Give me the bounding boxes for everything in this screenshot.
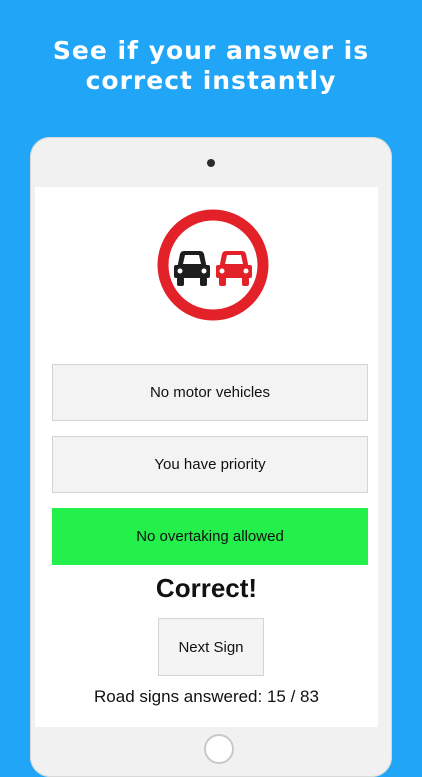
answer-option-you-have-priority[interactable]: You have priority [52, 436, 368, 493]
no-overtaking-sign-icon [157, 209, 269, 321]
feedback-correct: Correct! [155, 573, 258, 603]
answer-label: You have priority [154, 456, 266, 473]
answer-label: No overtaking allowed [136, 528, 284, 545]
headline-line-1: See if your answer is [52, 36, 370, 65]
answer-option-no-overtaking-allowed[interactable]: No overtaking allowed [52, 508, 368, 565]
answer-label: No motor vehicles [149, 384, 271, 401]
answer-option-no-motor-vehicles[interactable]: No motor vehicles [52, 364, 368, 421]
progress-counter: Road signs answered: 15 / 83 [94, 687, 319, 706]
camera-dot [207, 159, 215, 167]
next-sign-label: Next Sign [178, 638, 244, 656]
quiz-screen: No motor vehicles You have priority No o… [35, 187, 378, 727]
headline-line-2: correct instantly [85, 66, 337, 95]
next-sign-button[interactable]: Next Sign [158, 618, 264, 676]
home-button[interactable] [204, 734, 234, 764]
tablet-frame: No motor vehicles You have priority No o… [30, 137, 392, 777]
promo-headline: See if your answer is correct instantly [0, 36, 422, 96]
